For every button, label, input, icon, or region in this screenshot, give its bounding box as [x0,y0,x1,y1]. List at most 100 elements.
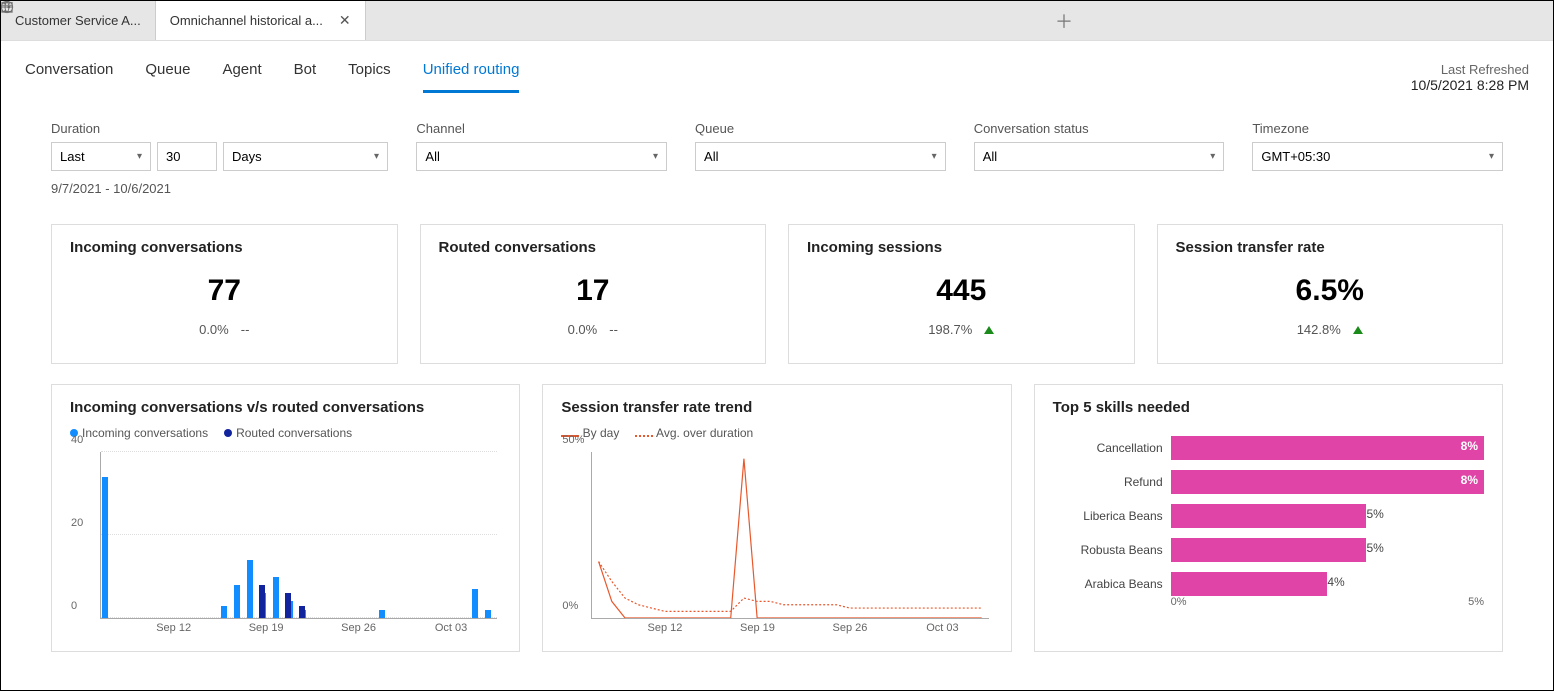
nav-topics[interactable]: Topics [348,61,391,93]
tab-add-area: ＋ [366,1,1553,40]
tab-omnichannel[interactable]: Omnichannel historical a... ✕ [156,1,366,40]
filter-duration: Duration Last▾ 30 Days▾ 9/7/2021 - 10/6/… [51,121,388,196]
nav-links: Conversation Queue Agent Bot Topics Unif… [25,61,519,93]
bar [379,610,385,618]
filter-label: Duration [51,121,388,136]
kpi-card[interactable]: Incoming conversations 77 0.0%-- [51,224,398,364]
skills-x-axis: 0% 5% [1171,596,1484,608]
skill-bar [1171,572,1328,596]
status-select[interactable]: All▾ [974,142,1225,171]
duration-unit-select[interactable]: Days▾ [223,142,388,171]
chevron-down-icon: ▾ [1489,151,1494,162]
legend-label: Avg. over duration [656,426,753,440]
chart-title: Top 5 skills needed [1053,399,1484,416]
card-value: 6.5% [1176,274,1485,308]
calendar-icon [0,0,14,14]
chart-incoming-vs-routed[interactable]: Incoming conversations v/s routed conver… [51,384,520,652]
tab-customer-service[interactable]: Customer Service A... [1,1,156,40]
legend-swatch-routed [224,429,232,437]
channel-select[interactable]: All▾ [416,142,667,171]
dashboard: Incoming conversations 77 0.0%--Routed c… [1,204,1553,672]
tab-bar: Customer Service A... Omnichannel histor… [1,1,1553,41]
card-delta: 142.8% [1176,322,1485,337]
chevron-down-icon: ▾ [932,151,937,162]
filter-queue: Queue All▾ [695,121,946,171]
skills-bars: Cancellation 8% Refund 8% Liberica Beans 5… [1053,436,1484,596]
nav-conversation[interactable]: Conversation [25,61,113,93]
chevron-down-icon: ▾ [137,151,142,162]
nav-queue[interactable]: Queue [145,61,190,93]
bar [285,593,291,618]
bar [102,477,108,618]
bar [234,585,240,618]
bar [259,585,265,618]
filter-label: Queue [695,121,946,136]
axis-tick: 5% [1468,596,1484,608]
card-title: Incoming conversations [70,239,379,256]
chevron-down-icon: ▾ [374,151,379,162]
skill-bar: 8% [1171,470,1484,494]
add-tab-icon[interactable]: ＋ [1055,8,1073,34]
bar [472,589,478,618]
chart-legend: By day Avg. over duration [561,426,992,440]
report-navbar: Conversation Queue Agent Bot Topics Unif… [1,41,1553,101]
bar [273,577,279,619]
skill-name: Cancellation [1053,441,1163,455]
chevron-down-icon: ▾ [1210,151,1215,162]
refreshed-timestamp: 10/5/2021 8:28 PM [1411,77,1529,93]
filter-bar: Duration Last▾ 30 Days▾ 9/7/2021 - 10/6/… [1,101,1553,204]
filter-channel: Channel All▾ [416,121,667,171]
bar [221,606,227,618]
skill-name: Refund [1053,475,1163,489]
filter-label: Channel [416,121,667,136]
legend-label: By day [583,426,620,440]
skill-name: Arabica Beans [1053,577,1163,591]
duration-mode-select[interactable]: Last▾ [51,142,151,171]
skill-bar [1171,504,1367,528]
tab-label: Omnichannel historical a... [170,13,323,28]
axis-tick: 0% [1171,596,1187,608]
card-value: 77 [70,274,379,308]
queue-select[interactable]: All▾ [695,142,946,171]
card-title: Session transfer rate [1176,239,1485,256]
nav-bot[interactable]: Bot [294,61,317,93]
card-delta: 198.7% [807,322,1116,337]
timezone-select[interactable]: GMT+05:30▾ [1252,142,1503,171]
skill-bar [1171,538,1367,562]
date-range-display: 9/7/2021 - 10/6/2021 [51,181,388,196]
bar [485,610,491,618]
kpi-card[interactable]: Incoming sessions 445 198.7% [788,224,1135,364]
kpi-cards: Incoming conversations 77 0.0%--Routed c… [51,224,1503,364]
chart-transfer-trend[interactable]: Session transfer rate trend By day Avg. … [542,384,1011,652]
skill-row: Robusta Beans 5% [1053,538,1484,562]
chart-top-skills[interactable]: Top 5 skills needed Cancellation 8% Refun… [1034,384,1503,652]
refreshed-label: Last Refreshed [1411,62,1529,77]
card-title: Routed conversations [439,239,748,256]
filter-timezone: Timezone GMT+05:30▾ [1252,121,1503,171]
skill-row: Liberica Beans 5% [1053,504,1484,528]
duration-n-input[interactable]: 30 [157,142,217,171]
skill-name: Liberica Beans [1053,509,1163,523]
nav-agent[interactable]: Agent [222,61,261,93]
chart-legend: Incoming conversations Routed conversati… [70,426,501,440]
trend-up-icon [1353,326,1363,334]
legend-label: Incoming conversations [82,426,208,440]
nav-unified-routing[interactable]: Unified routing [423,61,520,93]
bar [247,560,253,618]
filter-label: Conversation status [974,121,1225,136]
chart-title: Incoming conversations v/s routed conver… [70,399,501,416]
trend-up-icon [984,326,994,334]
line-plot-area: 0%50%Sep 12Sep 19Sep 26Oct 03 [591,452,988,619]
filter-status: Conversation status All▾ [974,121,1225,171]
close-icon[interactable]: ✕ [339,12,351,29]
card-title: Incoming sessions [807,239,1116,256]
kpi-card[interactable]: Routed conversations 17 0.0%-- [420,224,767,364]
skill-row: Arabica Beans 4% [1053,572,1484,596]
kpi-card[interactable]: Session transfer rate 6.5% 142.8% [1157,224,1504,364]
skill-bar: 8% [1171,436,1484,460]
bar-plot-area: 02040Sep 12Sep 19Sep 26Oct 03 [100,452,497,619]
card-value: 17 [439,274,748,308]
legend-swatch-avg [635,435,653,437]
skill-row: Cancellation 8% [1053,436,1484,460]
card-delta: 0.0%-- [70,322,379,337]
